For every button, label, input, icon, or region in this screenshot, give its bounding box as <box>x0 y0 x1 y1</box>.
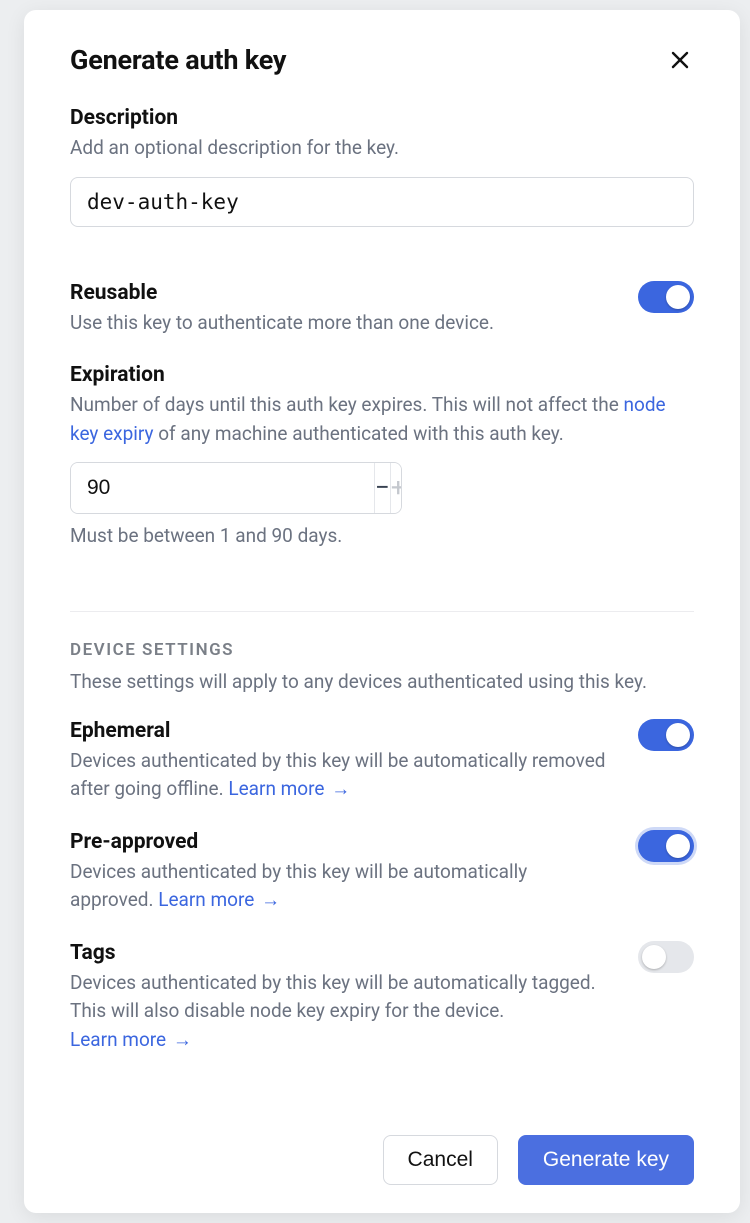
expiration-constraint: Must be between 1 and 90 days. <box>70 524 694 547</box>
preapproved-help-text: Devices authenticated by this key will b… <box>70 860 527 912</box>
cancel-button[interactable]: Cancel <box>383 1135 498 1185</box>
description-input[interactable] <box>70 177 694 227</box>
expiration-help: Number of days until this auth key expir… <box>70 391 694 448</box>
expiration-decrement-button[interactable]: − <box>374 463 390 513</box>
expiration-stepper: − + days <box>70 462 402 514</box>
divider <box>70 611 694 612</box>
description-section: Description Add an optional description … <box>70 106 694 255</box>
expiration-input[interactable] <box>71 463 374 513</box>
preapproved-toggle[interactable] <box>638 830 694 862</box>
reusable-help: Use this key to authenticate more than o… <box>70 309 614 338</box>
ephemeral-learn-more-link[interactable]: Learn more → <box>228 777 350 800</box>
reusable-title: Reusable <box>70 281 614 305</box>
description-title: Description <box>70 106 694 130</box>
ephemeral-section: Ephemeral Devices authenticated by this … <box>70 719 694 804</box>
tags-learn-more-link[interactable]: Learn more → <box>70 1028 192 1051</box>
ephemeral-toggle[interactable] <box>638 719 694 751</box>
tags-title: Tags <box>70 941 614 965</box>
device-settings-help: These settings will apply to any devices… <box>70 668 694 697</box>
expiration-increment-button[interactable]: + <box>390 463 402 513</box>
description-help: Add an optional description for the key. <box>70 134 694 163</box>
device-settings-heading: DEVICE SETTINGS <box>70 640 694 660</box>
device-settings-section: DEVICE SETTINGS These settings will appl… <box>70 640 694 697</box>
arrow-right-icon: → <box>261 886 280 915</box>
close-icon <box>670 50 690 70</box>
preapproved-help: Devices authenticated by this key will b… <box>70 858 614 915</box>
preapproved-learn-more-link[interactable]: Learn more → <box>158 888 280 911</box>
tags-toggle[interactable] <box>638 941 694 973</box>
close-button[interactable] <box>666 46 694 74</box>
generate-auth-key-modal: Generate auth key Description Add an opt… <box>24 10 740 1213</box>
modal-footer: Cancel Generate key <box>70 1117 694 1185</box>
expiration-title: Expiration <box>70 363 694 387</box>
modal-header: Generate auth key <box>70 44 694 76</box>
preapproved-section: Pre-approved Devices authenticated by th… <box>70 830 694 915</box>
expiration-help-suffix: of any machine authenticated with this a… <box>154 422 564 445</box>
preapproved-title: Pre-approved <box>70 830 614 854</box>
ephemeral-help: Devices authenticated by this key will b… <box>70 747 614 804</box>
reusable-section: Reusable Use this key to authenticate mo… <box>70 281 694 338</box>
modal-title: Generate auth key <box>70 44 286 76</box>
reusable-toggle[interactable] <box>638 281 694 313</box>
tags-help-text: Devices authenticated by this key will b… <box>70 971 596 1023</box>
expiration-help-prefix: Number of days until this auth key expir… <box>70 393 624 416</box>
ephemeral-title: Ephemeral <box>70 719 614 743</box>
tags-help: Devices authenticated by this key will b… <box>70 969 614 1055</box>
generate-key-button[interactable]: Generate key <box>518 1135 694 1185</box>
arrow-right-icon: → <box>331 775 350 804</box>
expiration-section: Expiration Number of days until this aut… <box>70 363 694 575</box>
tags-section: Tags Devices authenticated by this key w… <box>70 941 694 1055</box>
arrow-right-icon: → <box>173 1026 192 1055</box>
